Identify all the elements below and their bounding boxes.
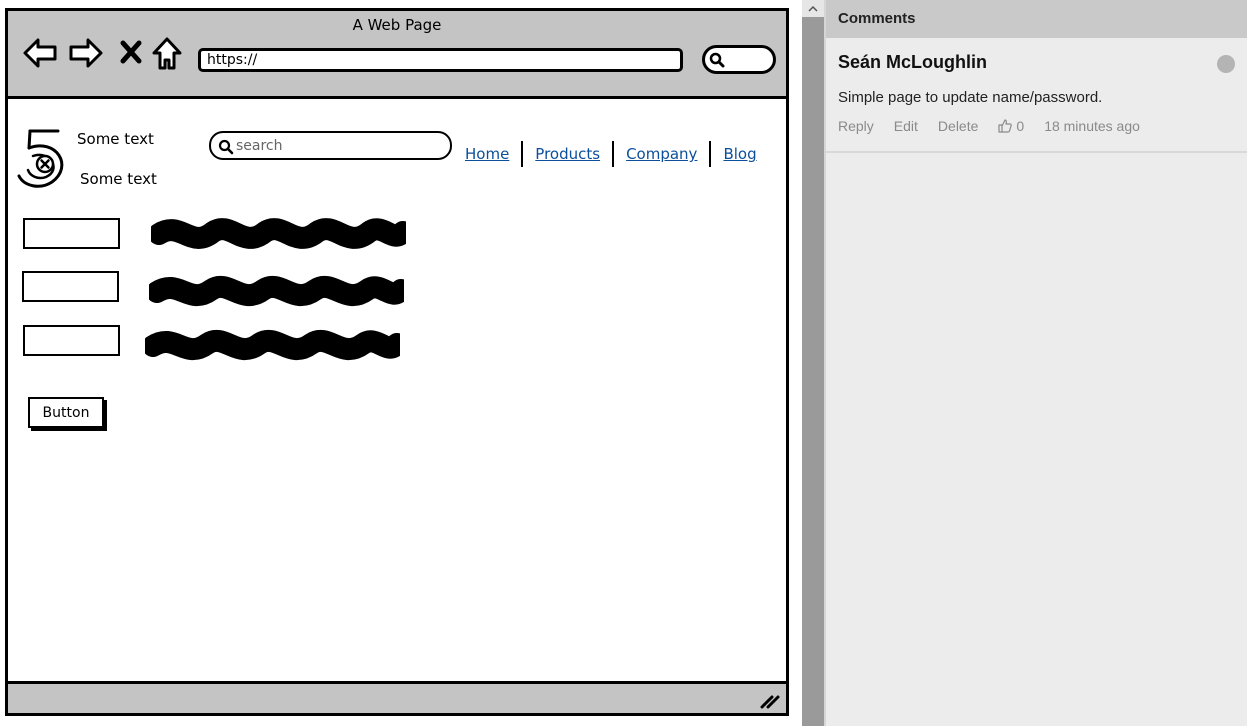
forward-arrow-icon[interactable] [68,37,104,69]
submit-button[interactable]: Button [28,397,104,428]
redacted-label-3 [145,330,400,361]
comment-item: Seán McLoughlin Simple page to update na… [826,38,1247,153]
url-bar[interactable]: https:// [198,48,683,72]
browser-search-field[interactable] [702,45,776,74]
search-input[interactable] [236,136,436,156]
comment-text: Simple page to update name/password. [838,89,1103,106]
like-count: 0 [1016,118,1025,134]
form-field-1[interactable] [23,218,120,249]
window-title: A Web Page [352,16,442,34]
close-icon[interactable] [120,37,142,67]
nav-links: Home Products Company Blog [461,140,761,168]
search-icon [218,139,234,155]
delete-link[interactable]: Delete [938,118,978,134]
comment-author: Seán McLoughlin [838,52,988,72]
mockup-canvas: A Web Page https:// Some text Some text … [0,0,800,726]
reply-link[interactable]: Reply [838,118,874,134]
redacted-label-1 [151,218,406,249]
back-arrow-icon[interactable] [22,37,58,69]
search-icon [709,52,725,68]
edit-link[interactable]: Edit [894,118,918,134]
browser-status-bar [8,681,786,713]
browser-window: A Web Page https:// Some text Some text … [5,8,789,716]
form-field-3[interactable] [23,325,120,356]
header-text-1: Some text [77,130,154,148]
nav-link-company[interactable]: Company [622,145,701,163]
comments-panel: Comments Seán McLoughlin Simple page to … [824,0,1247,726]
thumbs-up-icon [998,119,1013,133]
form-field-2[interactable] [22,271,119,302]
scroll-up-button[interactable] [802,0,824,17]
nav-link-home[interactable]: Home [461,145,513,163]
nav-link-products[interactable]: Products [531,145,604,163]
browser-title-bar: A Web Page https:// [8,11,786,99]
comment-actions: Reply Edit Delete 0 18 minutes ago [838,118,1235,134]
redacted-label-2 [149,276,404,307]
header-text-2: Some text [80,170,157,188]
resize-grip-icon[interactable] [760,693,780,709]
nav-separator [709,141,712,167]
nav-separator [521,141,524,167]
comments-header: Comments [826,0,1247,38]
comment-status-dot[interactable] [1217,55,1235,73]
vertical-scrollbar[interactable] [802,0,824,726]
nav-separator [612,141,615,167]
nav-link-blog[interactable]: Blog [719,145,760,163]
page-search-field[interactable] [209,131,452,160]
chevron-up-icon [808,5,818,12]
logo-icon [17,129,64,188]
home-icon[interactable] [152,37,182,71]
like-button[interactable]: 0 [998,118,1024,134]
comment-timestamp: 18 minutes ago [1044,118,1140,134]
